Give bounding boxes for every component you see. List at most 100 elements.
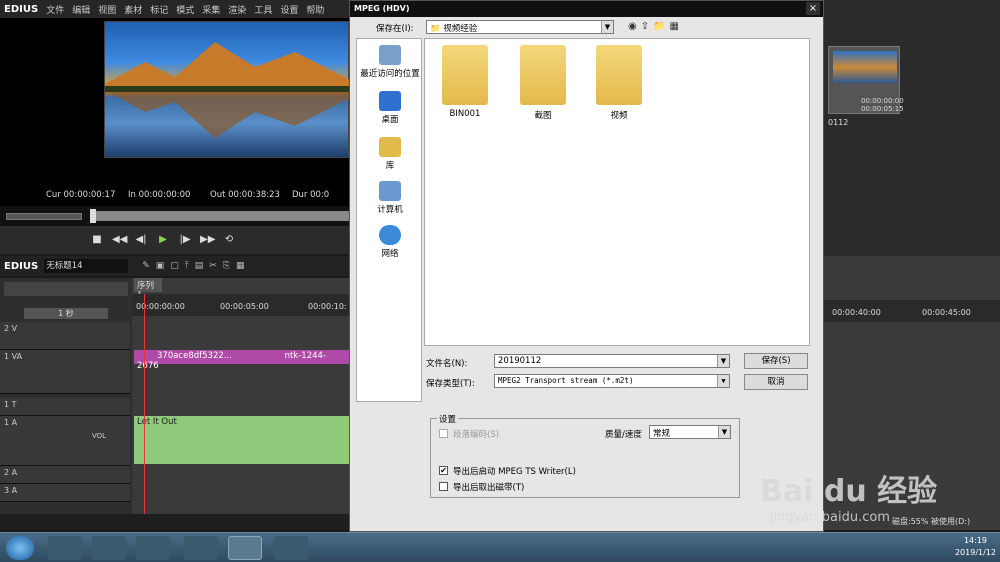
bin-panel: 00:00:00:00 00:00:05:15 0112 — [822, 0, 1000, 256]
folder-item[interactable]: 视频 — [589, 45, 649, 121]
folder-item[interactable]: 截图 — [513, 45, 573, 121]
fast-forward-icon[interactable]: ▶▶ — [200, 233, 215, 247]
close-button[interactable]: × — [806, 2, 820, 15]
ruler-tick: 00:00:05:00 — [220, 302, 269, 311]
shuttle-slider[interactable] — [6, 213, 82, 220]
timeline-logo: EDIUS — [4, 260, 39, 272]
track-name: 2 A — [4, 468, 18, 477]
quality-select[interactable]: 常规 ▼ — [649, 425, 731, 439]
segment-encode-checkbox[interactable] — [439, 429, 448, 438]
firefox-icon[interactable] — [184, 536, 218, 560]
step-forward-icon[interactable]: |▶ — [178, 233, 192, 247]
save-in-label: 保存在(I): — [376, 24, 414, 34]
place-network[interactable]: 网络 — [357, 225, 423, 259]
type-select[interactable]: MPEG2 Transport stream (*.m2t) ▼ — [494, 374, 730, 388]
timeline-toolbar-icons[interactable]: ✎▣▢⤒▤✂⎘▦ — [142, 261, 250, 271]
dialog-title: MPEG (HDV) — [350, 1, 823, 17]
menu-clip[interactable]: 素材 — [124, 3, 142, 16]
cancel-button[interactable]: 取消 — [744, 374, 808, 390]
vol-label: VOL — [92, 432, 107, 440]
track-tools[interactable] — [4, 282, 128, 296]
track-header[interactable]: 1 VA — [0, 350, 130, 394]
quality-label: 质量/速度 — [605, 430, 642, 440]
network-icon — [379, 225, 401, 245]
save-dialog: MPEG (HDV) × 保存在(I): 📁 视频经验 ▼ ◉⇪📁▦ 最近访问的… — [349, 0, 824, 532]
desktop-icon — [379, 91, 401, 111]
explorer-icon[interactable] — [136, 536, 170, 560]
audio-clip[interactable]: Let It Out — [134, 416, 350, 464]
track-name: 3 A — [4, 486, 18, 495]
place-desktop[interactable]: 桌面 — [357, 91, 423, 125]
menu-file[interactable]: 文件 — [46, 3, 64, 16]
preview-frame — [104, 21, 350, 158]
ruler-tick: 00:00:10: — [308, 302, 347, 311]
menu-help[interactable]: 帮助 — [306, 3, 324, 16]
project-title[interactable]: 无标题14 — [44, 259, 129, 273]
timeline-header: EDIUS 无标题14 ✎▣▢⤒▤✂⎘▦ — [0, 256, 350, 276]
folder-item[interactable]: BIN001 — [435, 45, 495, 119]
scrub-bar[interactable] — [0, 206, 350, 226]
nav-toolbar-icons[interactable]: ◉⇪📁▦ — [628, 21, 683, 32]
playhead-handle[interactable] — [90, 209, 96, 223]
video-clip[interactable]: 370ace8df5322... ntk-1244-2676 — [134, 350, 350, 371]
ruler-tick: 00:00:40:00 — [832, 308, 881, 317]
bin-clip-thumbnail[interactable]: 00:00:00:00 00:00:05:15 — [828, 46, 904, 114]
chevron-down-icon[interactable]: ▼ — [717, 355, 729, 367]
menu-bar: EDIUS 文件 编辑 视图 素材 标记 模式 采集 渲染 工具 设置 帮助 — [0, 0, 350, 18]
start-button[interactable] — [6, 536, 34, 560]
track-name: 1 A — [4, 418, 18, 427]
filename-field[interactable]: 20190112 ▼ — [494, 354, 730, 368]
track-area[interactable]: 序列1 00:00:00:00 00:00:05:00 00:00:10: 37… — [132, 278, 350, 514]
step-back-icon[interactable]: ◀| — [134, 233, 148, 247]
sequence-tab[interactable]: 序列1 — [134, 278, 162, 301]
track-header[interactable]: 1 T — [0, 398, 130, 416]
place-computer[interactable]: 计算机 — [357, 181, 423, 215]
qq-icon[interactable] — [92, 536, 126, 560]
menu-capture[interactable]: 采集 — [202, 3, 220, 16]
taskbar-app-icon[interactable] — [48, 536, 82, 560]
time-ruler-right[interactable]: 00:00:40:00 00:00:45:00 — [822, 300, 1000, 322]
track-name: 2 V — [4, 324, 18, 333]
file-list[interactable]: BIN001 截图 视频 — [424, 38, 810, 346]
in-timecode: In 00:00:00:00 — [128, 190, 191, 200]
menu-settings[interactable]: 设置 — [280, 3, 298, 16]
eject-tape-checkbox[interactable] — [439, 482, 448, 491]
track-header[interactable]: 3 A — [0, 484, 130, 502]
track-header[interactable]: 2 V — [0, 322, 130, 350]
chevron-down-icon[interactable]: ▼ — [717, 375, 729, 387]
chevron-down-icon[interactable]: ▼ — [718, 426, 730, 438]
place-library[interactable]: 库 — [357, 137, 423, 171]
menu-tools[interactable]: 工具 — [254, 3, 272, 16]
chevron-down-icon[interactable]: ▼ — [601, 21, 613, 33]
menu-mode[interactable]: 模式 — [176, 3, 194, 16]
position-bar[interactable] — [96, 211, 350, 221]
rewind-icon[interactable]: ◀◀ — [112, 233, 127, 247]
edius-taskbar-icon[interactable] — [228, 536, 262, 560]
places-bar: 最近访问的位置 桌面 库 计算机 网络 — [356, 38, 422, 402]
clip-name: 370ace8df5322... — [157, 351, 232, 361]
menu-edit[interactable]: 编辑 — [72, 3, 90, 16]
launch-writer-checkbox[interactable]: ✔ — [439, 466, 448, 475]
save-in-combo[interactable]: 📁 视频经验 ▼ — [426, 20, 614, 34]
watermark-url: jingyan.baidu.com — [770, 510, 890, 525]
record-icon[interactable] — [274, 536, 308, 560]
play-icon[interactable]: ▶ — [156, 233, 170, 247]
track-header[interactable]: 1 A VOL — [0, 416, 130, 466]
launch-writer-label: 导出后启动 MPEG TS Writer(L) — [453, 467, 576, 477]
loop-icon[interactable]: ⟲ — [222, 233, 236, 247]
folder-icon — [442, 45, 488, 105]
track-header[interactable]: 2 A — [0, 466, 130, 484]
save-button[interactable]: 保存(S) — [744, 353, 808, 369]
time-ruler[interactable]: 00:00:00:00 00:00:05:00 00:00:10: — [132, 294, 350, 316]
menu-render[interactable]: 渲染 — [228, 3, 246, 16]
menu-marker[interactable]: 标记 — [150, 3, 168, 16]
menu-view[interactable]: 视图 — [98, 3, 116, 16]
out-timecode: Out 00:00:38:23 — [210, 190, 280, 200]
place-recent[interactable]: 最近访问的位置 — [357, 45, 423, 79]
stop-icon[interactable]: ■ — [90, 233, 104, 247]
ruler-tick: 00:00:45:00 — [922, 308, 971, 317]
timeline-cursor[interactable] — [144, 294, 145, 514]
speed-indicator: 1 秒 — [24, 308, 108, 319]
watermark-brand: Bai du 经验 — [760, 474, 938, 509]
bin-clip-label: 0112 — [828, 118, 849, 127]
